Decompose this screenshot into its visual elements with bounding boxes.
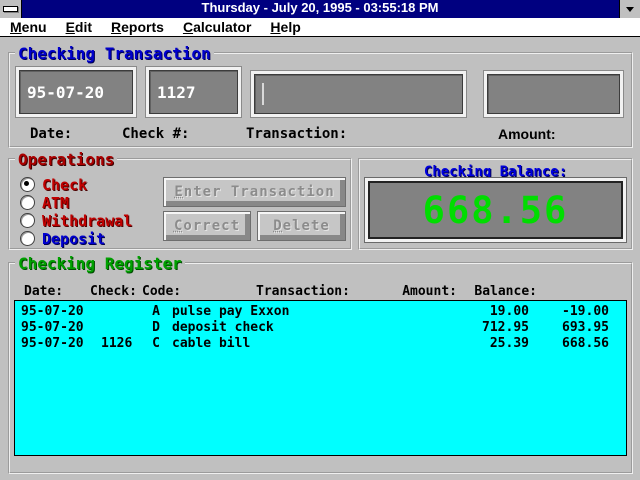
register-header-check: Check: xyxy=(90,284,137,299)
window-title: Thursday - July 20, 1995 - 03:55:18 PM xyxy=(0,0,640,18)
register-header-code: Code: xyxy=(142,284,181,299)
register-listbox[interactable]: 95-07-20 A pulse pay Exxon 19.00 -19.00 … xyxy=(14,300,627,456)
menu-item-help[interactable]: Help xyxy=(268,19,302,35)
row-transaction: pulse pay Exxon xyxy=(167,304,456,320)
minimize-icon xyxy=(626,7,634,12)
row-amount: 19.00 xyxy=(456,304,529,320)
row-balance: 693.95 xyxy=(529,320,609,336)
operation-radio-list: Check ATM Withdrawal Deposit xyxy=(20,176,132,248)
menu-item-calculator[interactable]: Calculator xyxy=(181,19,253,35)
radio-withdrawal[interactable]: Withdrawal xyxy=(20,212,132,229)
row-check xyxy=(93,320,145,336)
text-caret xyxy=(262,83,264,105)
radio-check-label: Check xyxy=(42,176,87,194)
radio-atm-label: ATM xyxy=(42,194,69,212)
menu-item-reports[interactable]: Reports xyxy=(109,19,166,35)
checking-balance-display: 668.56 xyxy=(364,177,627,243)
check-number-value: 1127 xyxy=(149,70,238,114)
menu-item-edit[interactable]: Edit xyxy=(64,19,94,35)
title-bar: Thursday - July 20, 1995 - 03:55:18 PM xyxy=(0,0,640,18)
row-amount: 25.39 xyxy=(456,336,529,352)
register-header-date: Date: xyxy=(24,284,63,299)
correct-button-label: Correct xyxy=(164,218,250,234)
transaction-field[interactable] xyxy=(250,70,467,118)
row-date: 95-07-20 xyxy=(15,304,93,320)
radio-withdrawal-circle[interactable] xyxy=(20,213,35,228)
register-header-transaction: Transaction: xyxy=(256,284,350,299)
amount-label: Amount: xyxy=(498,126,556,142)
operations-title: Operations xyxy=(15,150,117,169)
amount-field[interactable] xyxy=(483,70,624,118)
check-number-field[interactable]: 1127 xyxy=(145,66,242,118)
radio-withdrawal-label: Withdrawal xyxy=(42,212,132,230)
radio-check-circle[interactable] xyxy=(20,177,35,192)
transaction-label: Transaction: xyxy=(246,126,347,142)
checking-register-title: Checking Register xyxy=(15,254,185,273)
checking-transaction-title: Checking Transaction xyxy=(15,44,214,63)
row-transaction: cable bill xyxy=(167,336,456,352)
register-row-3[interactable]: 95-07-20 1126 C cable bill 25.39 668.56 xyxy=(15,336,626,352)
register-row-2[interactable]: 95-07-20 D deposit check 712.95 693.95 xyxy=(15,320,626,336)
radio-deposit-circle[interactable] xyxy=(20,231,35,246)
menu-bar: Menu Edit Reports Calculator Help xyxy=(0,18,640,37)
row-date: 95-07-20 xyxy=(15,336,93,352)
client-area: Checking Transaction 95-07-20 1127 Date:… xyxy=(0,38,640,480)
row-code: C xyxy=(145,336,167,352)
radio-atm-circle[interactable] xyxy=(20,195,35,210)
row-transaction: deposit check xyxy=(167,320,456,336)
row-code: A xyxy=(145,304,167,320)
enter-transaction-button-label: Enter Transaction xyxy=(164,184,345,200)
transaction-field-value xyxy=(254,74,463,114)
row-date: 95-07-20 xyxy=(15,320,93,336)
row-balance: -19.00 xyxy=(529,304,609,320)
app-window: Thursday - July 20, 1995 - 03:55:18 PM M… xyxy=(0,0,640,480)
date-field[interactable]: 95-07-20 xyxy=(15,66,137,118)
amount-field-value xyxy=(487,74,620,114)
menu-item-menu[interactable]: Menu xyxy=(8,19,49,35)
register-header-amount: Amount: xyxy=(384,284,457,299)
checking-balance-value: 668.56 xyxy=(368,181,623,239)
delete-button[interactable]: Delete xyxy=(257,211,346,241)
radio-check[interactable]: Check xyxy=(20,176,132,193)
row-check: 1126 xyxy=(93,336,145,352)
correct-button[interactable]: Correct xyxy=(163,211,251,241)
row-check xyxy=(93,304,145,320)
row-balance: 668.56 xyxy=(529,336,609,352)
check-number-label: Check #: xyxy=(122,126,189,142)
date-field-value: 95-07-20 xyxy=(19,70,133,114)
date-label: Date: xyxy=(30,126,72,142)
radio-deposit[interactable]: Deposit xyxy=(20,230,132,247)
register-row-1[interactable]: 95-07-20 A pulse pay Exxon 19.00 -19.00 xyxy=(15,304,626,320)
minimize-button[interactable] xyxy=(619,0,640,18)
row-code: D xyxy=(145,320,167,336)
radio-atm[interactable]: ATM xyxy=(20,194,132,211)
radio-deposit-label: Deposit xyxy=(42,230,105,248)
row-amount: 712.95 xyxy=(456,320,529,336)
enter-transaction-button[interactable]: Enter Transaction xyxy=(163,177,346,207)
register-header-balance: Balance: xyxy=(457,284,537,299)
delete-button-label: Delete xyxy=(258,218,345,234)
register-header-row: Date: Check: Code: Transaction: Amount: … xyxy=(10,284,635,299)
